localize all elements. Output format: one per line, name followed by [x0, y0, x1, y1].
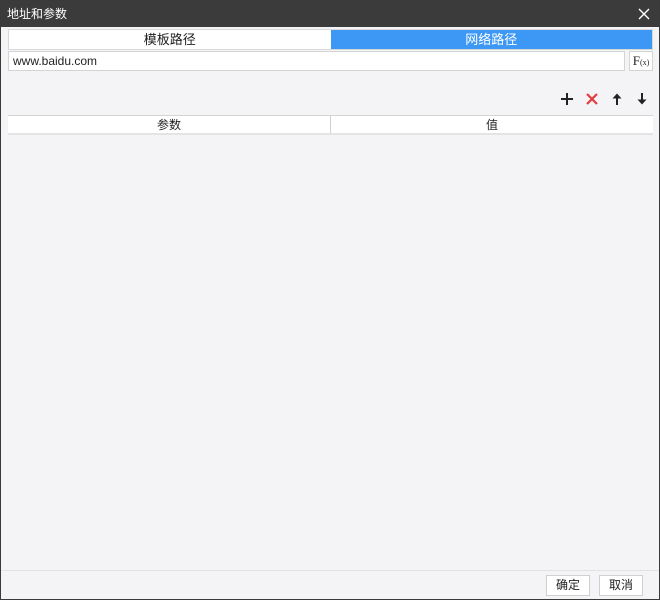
url-row: F(x) [8, 51, 653, 71]
param-table: 参数 值 [8, 115, 653, 570]
add-icon[interactable] [557, 89, 576, 109]
formula-sub-label: (x) [639, 58, 650, 67]
tab-network-path[interactable]: 网络路径 [330, 30, 652, 49]
move-up-icon[interactable] [607, 89, 626, 109]
table-body[interactable] [8, 135, 653, 569]
ok-button[interactable]: 确定 [546, 575, 590, 596]
param-toolbar [557, 89, 651, 109]
title-bar[interactable]: 地址和参数 [1, 1, 659, 27]
tab-template-path[interactable]: 模板路径 [9, 30, 331, 49]
dialog-footer: 确定 取消 [1, 570, 659, 599]
window-title: 地址和参数 [7, 7, 68, 21]
formula-label: F [632, 53, 640, 68]
delete-icon[interactable] [582, 89, 601, 109]
url-input[interactable] [8, 51, 625, 71]
dialog-window: 地址和参数 模板路径 网络路径 F(x) 参数 值 确定 [0, 0, 660, 600]
cancel-button[interactable]: 取消 [599, 575, 643, 596]
column-header-param[interactable]: 参数 [8, 116, 330, 133]
formula-button[interactable]: F(x) [629, 51, 653, 71]
column-header-value[interactable]: 值 [330, 116, 653, 133]
close-icon[interactable] [635, 5, 653, 23]
table-header: 参数 值 [8, 116, 653, 135]
move-down-icon[interactable] [632, 89, 651, 109]
path-tabs: 模板路径 网络路径 [8, 29, 653, 50]
